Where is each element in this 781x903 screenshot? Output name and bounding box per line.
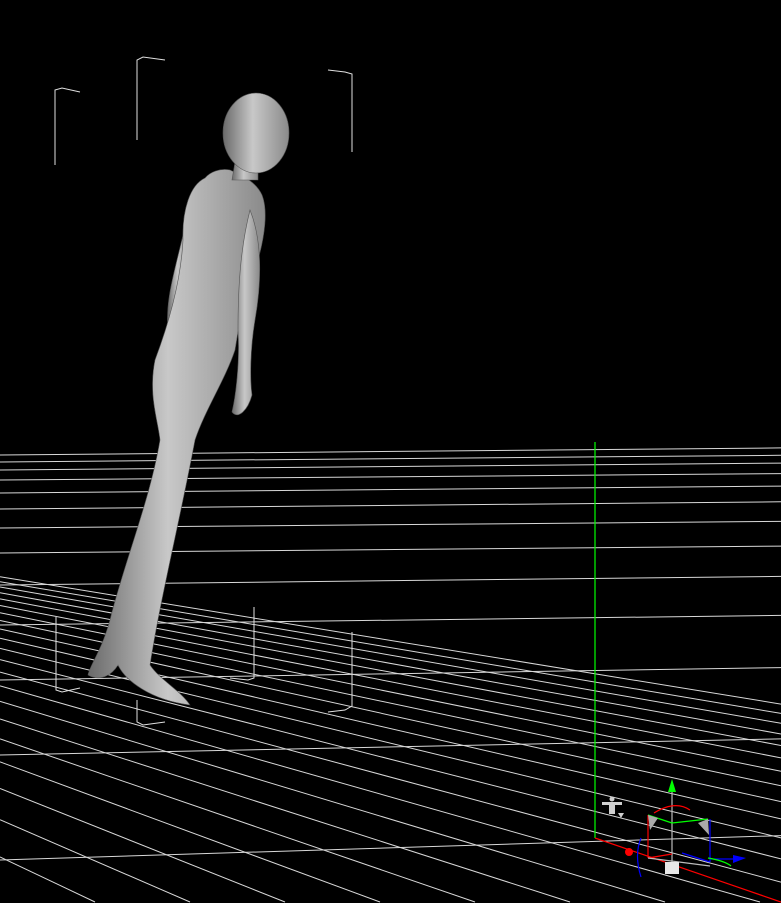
figure-pose-icon[interactable] [602,796,624,819]
grid-line [0,520,781,529]
grid-line [0,718,571,903]
grid-line [0,462,781,471]
grid-line [0,501,781,510]
grid-line [0,447,781,456]
grid-line [0,835,781,861]
grid-line [0,473,781,481]
x-axis-line [594,837,781,903]
grid-line [0,454,781,463]
grid-line [0,819,191,903]
grid-line [0,856,96,903]
3d-viewport[interactable] [0,0,781,903]
floor-grid [0,447,781,903]
grid-line [0,761,381,903]
grid-line [0,485,781,494]
grid-line [0,738,781,756]
scene[interactable] [0,0,781,903]
transform-gizmo-icon[interactable] [625,779,746,878]
grid-line [0,788,286,903]
grid-line [0,738,476,903]
grid-line [0,700,666,903]
grid-line [0,647,781,839]
grid-line [0,545,781,554]
grid-line [0,575,781,586]
grid-line [0,659,781,860]
grid-line [0,667,781,681]
